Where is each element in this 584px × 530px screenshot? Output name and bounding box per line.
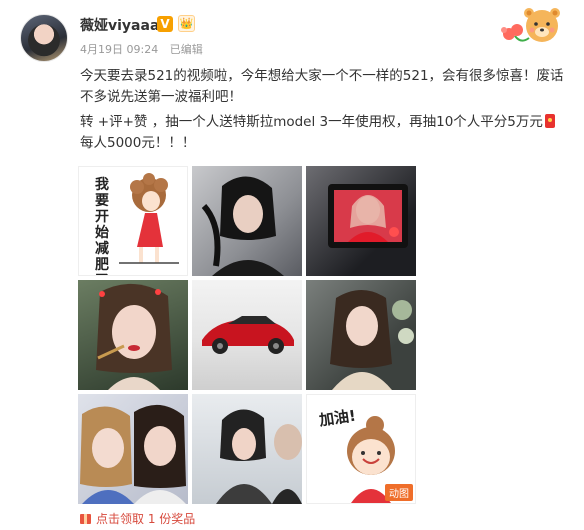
- red-envelope-icon: [544, 114, 555, 128]
- selfie-photo: [80, 404, 186, 504]
- gift-icon: [80, 513, 91, 524]
- post-paragraph-3: 每人5000元！！！: [80, 135, 196, 151]
- post-text: 今天要去录521的视频啦，今年想给大家一个不一样的521，会有很多惊喜！废话不多…: [80, 66, 572, 154]
- camera-monitor-photo: [328, 184, 408, 248]
- edited-label: 已编辑: [169, 43, 203, 56]
- tile1-caption: 我要开始减肥了: [95, 177, 109, 275]
- author-avatar[interactable]: [20, 14, 68, 62]
- image-tile-9[interactable]: 加油! 动图: [306, 394, 416, 504]
- image-tile-2[interactable]: [192, 166, 302, 276]
- makeup-photo: [96, 283, 172, 390]
- reward-link-label: 点击领取 1 份奖品: [96, 512, 196, 526]
- post-paragraph-2: 转 +评+赞 ，抽一个人送特斯拉model 3一年使用权，再抽10个人平分5万元: [80, 112, 572, 133]
- image-tile-5[interactable]: [192, 280, 302, 390]
- bear-sticker-icon: [501, 8, 560, 42]
- reward-link[interactable]: 点击领取 1 份奖品: [80, 510, 195, 527]
- crown-icon: 👑: [178, 15, 195, 32]
- image-tile-6[interactable]: [306, 280, 416, 390]
- image-tile-7[interactable]: [78, 394, 188, 504]
- cartoon-girl-icon: [119, 173, 179, 264]
- post-date[interactable]: 4月19日 09:24: [80, 43, 158, 56]
- image-tile-4[interactable]: [78, 280, 188, 390]
- portrait-photo-flowers: [330, 290, 414, 390]
- tesla-car-photo: [202, 316, 294, 354]
- gif-badge: 动图: [385, 484, 413, 501]
- post-paragraph-2-text: 转 +评+赞 ，抽一个人送特斯拉model 3一年使用权，再抽10个人平分5万元: [80, 114, 543, 130]
- verified-icon: V: [157, 16, 173, 32]
- post-paragraph-1: 今天要去录521的视频啦，今年想给大家一个不一样的521，会有很多惊喜！废话不多…: [80, 68, 564, 105]
- post-meta: 4月19日 09:24 已编辑: [80, 41, 211, 57]
- author-name[interactable]: 薇娅viyaaa: [80, 15, 159, 35]
- portrait-photo: [201, 176, 284, 276]
- image-tile-3[interactable]: [306, 166, 416, 276]
- image-tile-1[interactable]: 我要开始减肥了: [78, 166, 188, 276]
- behind-scenes-photo: [216, 409, 302, 504]
- image-tile-8[interactable]: [192, 394, 302, 504]
- image-grid: 我要开始减肥了: [78, 166, 416, 506]
